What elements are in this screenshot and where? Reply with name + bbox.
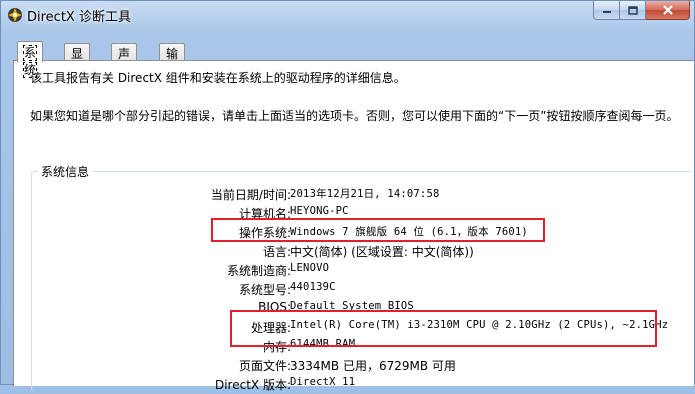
language-value: 中文(简体) (区域设置: 中文(简体)) (290, 245, 474, 259)
datetime-label: 当前日期/时间: (210, 188, 291, 202)
title-bar[interactable]: DirectX 诊断工具 (1, 1, 694, 29)
minimize-icon (602, 11, 611, 13)
tab-sound[interactable]: 声音 (111, 43, 138, 78)
intro-text-1: 该工具报告有关 DirectX 组件和安装在系统上的驱动程序的详细信息。 (30, 71, 406, 85)
page-file-value: 3334MB 已用，6729MB 可用 (290, 359, 456, 373)
directx-icon (8, 8, 22, 22)
manufacturer-label: 系统制造商: (226, 264, 291, 278)
model-label: 系统型号: (238, 283, 291, 297)
intro-text-2: 如果您知道是哪个部分引起的错误，请单击上面适当的选项卡。否则，您可以使用下面的“… (30, 109, 679, 123)
language-label: 语言: (262, 245, 291, 259)
info-row-language: 语言: 中文(简体) (区域设置: 中文(简体)) (14, 241, 695, 261)
info-row-directx-version: DirectX 版本: DirectX 11 (14, 374, 695, 394)
info-row-page-file: 页面文件: 3334MB 已用，6729MB 可用 (14, 355, 695, 375)
close-icon (662, 5, 673, 15)
close-button[interactable] (646, 1, 690, 20)
model-value: 440139C (290, 281, 336, 293)
info-row-datetime: 当前日期/时间: 2013年12月21日, 14:07:58 (14, 184, 695, 204)
maximize-button[interactable] (620, 1, 646, 20)
system-info-group-label: 系统信息 (38, 163, 93, 180)
computer-name-value: HEYONG-PC (290, 205, 349, 217)
tab-system[interactable]: 系统 (17, 41, 44, 78)
maximize-icon (627, 5, 638, 15)
os-highlight-box (211, 218, 545, 242)
datetime-value: 2013年12月21日, 14:07:58 (290, 188, 440, 200)
page-file-label: 页面文件: (238, 359, 291, 373)
info-row-manufacturer: 系统制造商: LENOVO (14, 260, 695, 280)
cpu-memory-highlight-box (230, 310, 657, 347)
system-tab-panel: 该工具报告有关 DirectX 组件和安装在系统上的驱动程序的详细信息。 如果您… (13, 60, 695, 392)
tab-input[interactable]: 输入 (159, 43, 186, 78)
directx-version-value: DirectX 11 (290, 376, 356, 388)
directx-diag-window: DirectX 诊断工具 系统 显示 声音 输入 该工具报告有关 DirectX… (0, 0, 695, 392)
info-row-model: 系统型号: 440139C (14, 279, 695, 299)
window-title: DirectX 诊断工具 (27, 10, 131, 25)
minimize-button[interactable] (593, 1, 620, 20)
tab-display[interactable]: 显示 (64, 43, 91, 78)
tab-system-label: 系统 (22, 45, 38, 78)
window-controls (593, 1, 690, 21)
manufacturer-value: LENOVO (290, 262, 330, 274)
